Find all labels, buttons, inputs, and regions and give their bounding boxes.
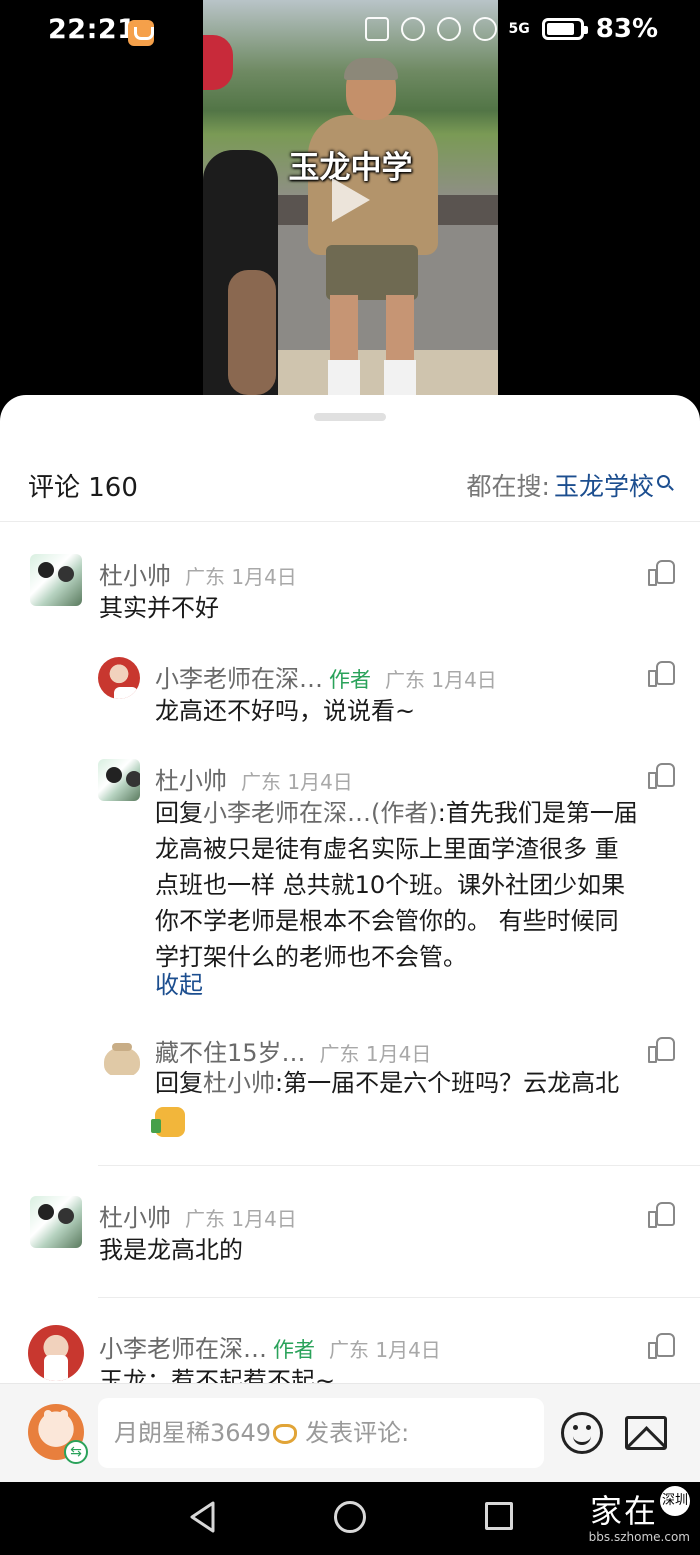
avatar[interactable]	[98, 657, 140, 699]
avatar[interactable]	[30, 1196, 82, 1248]
username-label: 月朗星稀3649	[114, 1419, 272, 1447]
image-icon[interactable]	[625, 1416, 667, 1450]
author-name[interactable]: 杜小帅	[99, 1204, 171, 1232]
alarm-icon	[400, 17, 425, 41]
watermark-text: 家在	[589, 1492, 658, 1530]
collapse-link[interactable]: 收起	[155, 965, 203, 1000]
comment-author[interactable]: 小李老师在深… 作者 广东 1月4日	[155, 659, 497, 694]
thread-divider	[98, 1297, 700, 1298]
play-icon[interactable]	[332, 178, 370, 222]
back-icon[interactable]	[189, 1501, 215, 1533]
comment-line: :首先我们是第一届	[437, 799, 638, 827]
network-type: 5G	[508, 21, 530, 37]
comment-line: 学打架什么的老师也不会管。	[155, 943, 467, 971]
wifi-icon	[472, 17, 497, 41]
header-divider	[0, 521, 700, 522]
comment-line: 龙高被只是徒有虚名实际上里面学渣很多 重	[155, 835, 619, 863]
status-bar: 22:21 5G 83%	[0, 0, 700, 66]
search-prefix: 都在搜:	[466, 472, 550, 501]
video-walking-person	[298, 58, 448, 395]
author-name[interactable]: 小李老师在深…	[155, 665, 323, 693]
emoji-icon[interactable]	[561, 1412, 603, 1454]
comments-panel: 评论 160 都在搜: 玉龙学校 杜小帅 广东 1月4日 其实并不好 小李老师在深…	[0, 395, 700, 1482]
avatar[interactable]	[98, 1033, 140, 1075]
comment-meta: 广东 1月4日	[329, 1338, 441, 1362]
bluetooth-icon	[436, 17, 461, 41]
comment-author[interactable]: 藏不住15岁… 广东 1月4日	[155, 1033, 431, 1068]
comment-line: :第一届不是六个班吗？云龙高北	[275, 1069, 620, 1097]
like-icon[interactable]	[648, 661, 675, 687]
search-suggestion[interactable]: 都在搜: 玉龙学校	[467, 467, 670, 503]
status-time: 22:21	[48, 14, 137, 45]
comment-meta: 广东 1月4日	[185, 1207, 297, 1231]
ribbon-icon	[273, 1424, 298, 1444]
nfc-icon	[364, 17, 389, 41]
comment-text: 回复杜小帅:第一届不是六个班吗？云龙高北	[155, 1065, 675, 1101]
battery-percent: 83%	[595, 14, 658, 44]
avatar[interactable]	[98, 759, 140, 801]
comment-author[interactable]: 杜小帅 广东 1月4日	[99, 1198, 297, 1233]
watermark: 家在 深圳 bbs.szhome.com	[589, 1486, 690, 1544]
comment-meta: 广东 1月4日	[385, 668, 497, 692]
switch-account-icon[interactable]: ⇆	[64, 1440, 88, 1464]
author-badge: 作者	[273, 1338, 315, 1362]
comment-meta: 广东 1月4日	[319, 1042, 432, 1066]
input-placeholder: 发表评论:	[305, 1419, 410, 1447]
comment-input[interactable]: 月朗星稀3649 发表评论:	[98, 1398, 544, 1468]
like-icon[interactable]	[648, 763, 675, 789]
comment-text: 我是龙高北的	[99, 1236, 243, 1264]
like-icon[interactable]	[648, 1333, 675, 1359]
like-icon[interactable]	[648, 1037, 675, 1063]
drag-handle[interactable]	[314, 413, 386, 421]
battery-icon	[541, 18, 588, 40]
like-icon[interactable]	[648, 1202, 675, 1228]
search-term-link[interactable]: 玉龙学校	[554, 467, 654, 503]
home-icon[interactable]	[334, 1501, 366, 1533]
comment-author[interactable]: 杜小帅 广东 1月4日	[155, 761, 353, 796]
author-name[interactable]: 小李老师在深…	[99, 1335, 267, 1363]
watermark-seal: 深圳	[660, 1486, 690, 1516]
comment-line: 点班也一样 总共就10个班。课外社团少如果	[155, 871, 626, 899]
comment-line: 你不学老师是根本不会管你的。 有些时候同	[155, 907, 619, 935]
comment-author[interactable]: 杜小帅 广东 1月4日	[99, 556, 297, 591]
comment-meta: 广东 1月4日	[185, 565, 297, 589]
comment-text: 其实并不好	[99, 594, 219, 622]
thread-divider	[98, 1165, 700, 1166]
like-icon[interactable]	[648, 560, 675, 586]
comment-input-bar: ⇆ 月朗星稀3649 发表评论:	[0, 1383, 700, 1482]
author-name[interactable]: 杜小帅	[99, 562, 171, 590]
video-tattooed-arm	[228, 270, 276, 395]
comments-count: 评论 160	[28, 473, 138, 503]
reply-prefix: 回复	[155, 799, 203, 827]
notification-app-icon	[128, 20, 154, 46]
author-name[interactable]: 藏不住15岁…	[155, 1039, 306, 1067]
avatar[interactable]	[28, 1325, 84, 1381]
comments-header: 评论 160 都在搜: 玉龙学校	[0, 455, 700, 515]
watermark-url: bbs.szhome.com	[588, 1530, 690, 1544]
comment-meta: 广东 1月4日	[241, 770, 353, 794]
reply-prefix: 回复	[155, 1069, 203, 1097]
avatar[interactable]	[30, 554, 82, 606]
recent-apps-icon[interactable]	[485, 1502, 513, 1530]
thumbs-up-emoji-icon	[151, 1107, 185, 1137]
system-navigation-bar: 家在 深圳 bbs.szhome.com	[0, 1482, 700, 1555]
reply-target[interactable]: 杜小帅	[203, 1069, 275, 1097]
status-indicators: 5G 83%	[364, 14, 658, 44]
author-badge: 作者	[329, 668, 371, 692]
comment-author[interactable]: 小李老师在深… 作者 广东 1月4日	[99, 1329, 441, 1364]
search-icon[interactable]	[657, 474, 670, 488]
comment-text: 龙高还不好吗，说说看~	[155, 697, 416, 725]
author-name[interactable]: 杜小帅	[155, 767, 227, 795]
reply-target[interactable]: 小李老师在深…(作者)	[203, 799, 438, 827]
comment-text: 回复小李老师在深…(作者):首先我们是第一届 龙高被只是徒有虚名实际上里面学渣很…	[155, 795, 675, 975]
